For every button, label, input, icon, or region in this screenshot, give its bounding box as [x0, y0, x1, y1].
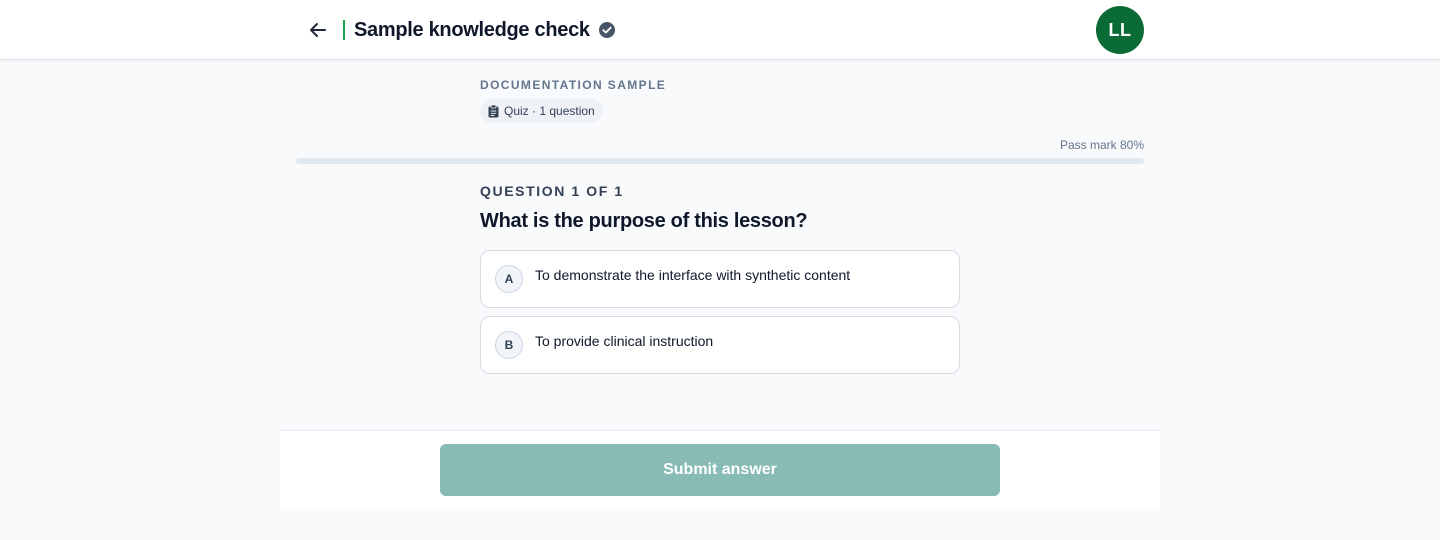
- option-text: To demonstrate the interface with synthe…: [535, 267, 851, 283]
- title-accent-bar: [343, 20, 345, 40]
- page-title: Sample knowledge check: [354, 19, 590, 41]
- pass-mark-label: Pass mark 80%: [1059, 138, 1144, 152]
- question-text: What is the purpose of this lesson?: [480, 210, 808, 232]
- quiz-info-chip: Quiz · 1 question: [480, 99, 603, 123]
- back-button[interactable]: [304, 16, 332, 44]
- top-bar: Sample knowledge check LL: [0, 0, 1440, 60]
- submit-answer-button[interactable]: Submit answer: [440, 444, 1000, 496]
- option-letter-badge: B: [495, 331, 523, 359]
- answer-footer: Submit answer: [280, 430, 1160, 508]
- answer-option-b[interactable]: B To provide clinical instruction: [480, 316, 960, 374]
- arrow-left-icon: [310, 23, 326, 37]
- quiz-chip-label: Quiz · 1 question: [504, 104, 595, 118]
- question-counter: QUESTION 1 OF 1: [480, 183, 624, 199]
- option-text: To provide clinical instruction: [535, 333, 714, 349]
- option-letter-badge: A: [495, 265, 523, 293]
- user-avatar[interactable]: LL: [1096, 6, 1144, 54]
- check-circle-icon: [599, 22, 615, 38]
- clipboard-icon: [488, 104, 499, 117]
- course-eyebrow: DOCUMENTATION SAMPLE: [480, 78, 667, 92]
- answer-option-a[interactable]: A To demonstrate the interface with synt…: [480, 250, 960, 308]
- quiz-progress-bar: [296, 158, 1144, 164]
